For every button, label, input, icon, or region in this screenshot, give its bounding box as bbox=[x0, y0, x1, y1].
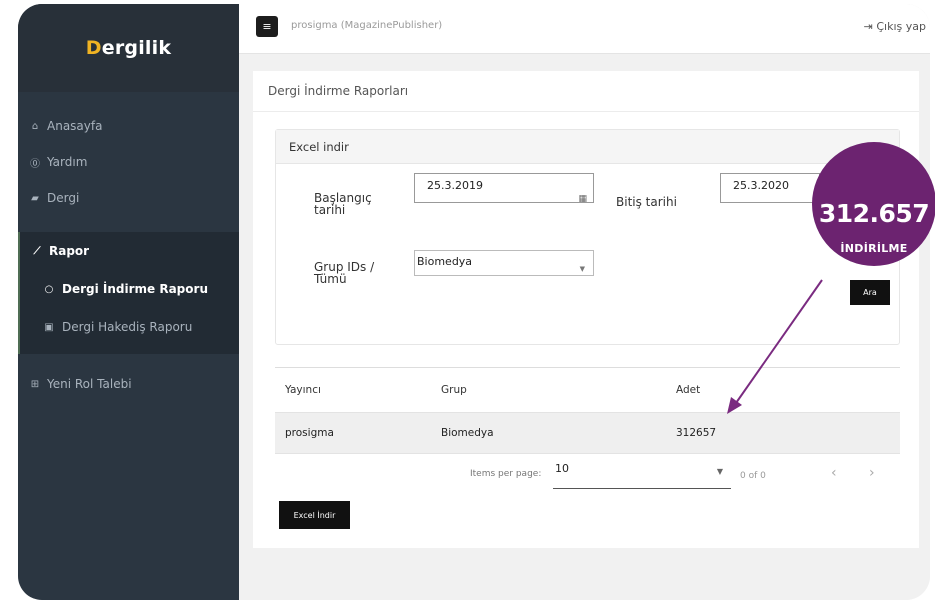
home-icon: ⌂ bbox=[31, 120, 39, 132]
next-page-button[interactable]: › bbox=[869, 465, 875, 481]
previous-page-button[interactable]: ‹ bbox=[831, 465, 837, 481]
logout-link[interactable]: ⇥ Çıkış yap bbox=[864, 20, 926, 33]
content-card: Dergi İndirme Raporları Excel indir Başl… bbox=[253, 71, 919, 548]
filter-card-header: Excel indir bbox=[276, 130, 899, 164]
menu-toggle-button[interactable]: ≡ bbox=[256, 16, 278, 37]
sidebar: Dergilik ⌂ Anasayfa ⓪ Yardım ▰ Dergi ⟋ R… bbox=[18, 4, 239, 600]
sidebar-item-rapor[interactable]: ⟋ Rapor bbox=[20, 232, 239, 270]
start-date-input[interactable]: 25.3.2019 ▦ bbox=[414, 173, 594, 204]
sidebar-item-yeni-rol-talebi[interactable]: ⊞ Yeni Rol Talebi bbox=[18, 366, 239, 402]
sidebar-subitem-dergi-indirme-raporu[interactable]: ○ Dergi İndirme Raporu bbox=[20, 270, 239, 308]
cell-yayinci: prosigma bbox=[285, 427, 334, 439]
chevron-down-icon: ▼ bbox=[579, 265, 585, 273]
items-per-page-label: Items per page: bbox=[470, 469, 542, 479]
sidebar-group-rapor: ⟋ Rapor ○ Dergi İndirme Raporu ▣ Dergi H… bbox=[18, 232, 239, 354]
callout-number: 312.657 bbox=[818, 199, 930, 228]
sidebar-subitem-dergi-hakedis-raporu[interactable]: ▣ Dergi Hakediş Raporu bbox=[20, 308, 239, 346]
book-icon: ▰ bbox=[31, 192, 39, 204]
search-button[interactable]: Ara bbox=[850, 280, 890, 305]
sidebar-item-label: Dergi Hakediş Raporu bbox=[62, 320, 193, 334]
items-per-page-select[interactable]: 10 ▼ bbox=[553, 461, 731, 489]
circle-icon: ○ bbox=[44, 283, 54, 295]
sidebar-item-label: Yardım bbox=[47, 155, 88, 169]
top-bar: ≡ prosigma (MagazinePublisher) ⇥ Çıkış y… bbox=[239, 4, 930, 54]
group-select[interactable]: Biomedya ▼ bbox=[414, 250, 594, 276]
sidebar-item-yardim[interactable]: ⓪ Yardım bbox=[18, 144, 239, 180]
paginator: Items per page: 10 ▼ 0 of 0 ‹ › bbox=[275, 454, 900, 494]
chart-line-icon: ⟋ bbox=[33, 245, 41, 257]
end-date-value: 25.3.2020 bbox=[733, 179, 789, 192]
help-icon: ⓪ bbox=[30, 158, 40, 170]
sidebar-header: Dergilik bbox=[18, 4, 239, 92]
table-header: Yayıncı Grup Adet bbox=[275, 367, 900, 412]
sidebar-nav: ⌂ Anasayfa ⓪ Yardım ▰ Dergi ⟋ Rapor ○ De… bbox=[18, 108, 239, 402]
end-date-label: Bitiş tarihi bbox=[616, 195, 677, 209]
plus-square-icon: ⊞ bbox=[30, 378, 40, 390]
start-date-label: Başlangıç tarihi bbox=[314, 191, 372, 217]
money-icon: ▣ bbox=[44, 321, 54, 333]
table-row[interactable]: prosigma Biomedya 312657 bbox=[275, 412, 900, 454]
cell-grup: Biomedya bbox=[441, 427, 494, 439]
sidebar-item-label: Yeni Rol Talebi bbox=[47, 377, 132, 391]
end-date-input[interactable]: 25.3.2020 bbox=[720, 173, 820, 203]
sidebar-item-label: Anasayfa bbox=[47, 119, 103, 133]
user-label: prosigma (MagazinePublisher) bbox=[291, 20, 443, 31]
group-select-value: Biomedya bbox=[417, 255, 473, 268]
column-header-grup[interactable]: Grup bbox=[441, 384, 467, 396]
sidebar-item-label: Rapor bbox=[49, 244, 90, 258]
page-title: Dergi İndirme Raporları bbox=[253, 71, 919, 112]
app-frame: Dergilik ⌂ Anasayfa ⓪ Yardım ▰ Dergi ⟋ R… bbox=[18, 4, 930, 600]
start-date-value: 25.3.2019 bbox=[427, 179, 483, 192]
filter-card: Excel indir Başlangıç tarihi 25.3.2019 ▦… bbox=[275, 129, 900, 345]
sidebar-item-label: Dergi İndirme Raporu bbox=[62, 282, 208, 296]
group-label: Grup IDs / Tümü bbox=[314, 260, 375, 286]
cell-adet: 312657 bbox=[676, 427, 717, 439]
logo[interactable]: Dergilik bbox=[86, 37, 171, 59]
sidebar-item-label: Dergi bbox=[47, 191, 80, 205]
report-table: Yayıncı Grup Adet prosigma Biomedya 3126… bbox=[275, 367, 900, 454]
column-header-adet[interactable]: Adet bbox=[676, 384, 700, 396]
chevron-down-icon: ▼ bbox=[716, 467, 723, 476]
sidebar-item-dergi[interactable]: ▰ Dergi bbox=[18, 180, 239, 216]
sidebar-item-anasayfa[interactable]: ⌂ Anasayfa bbox=[18, 108, 239, 144]
callout-caption: İNDİRİLME bbox=[840, 242, 908, 255]
page-range: 0 of 0 bbox=[740, 471, 766, 481]
hamburger-icon: ≡ bbox=[262, 20, 272, 33]
callout-badge: 312.657 İNDİRİLME bbox=[812, 142, 935, 266]
calendar-icon[interactable]: ▦ bbox=[578, 187, 587, 211]
logout-label: Çıkış yap bbox=[876, 20, 926, 33]
items-per-page-value: 10 bbox=[555, 462, 569, 475]
column-header-yayinci[interactable]: Yayıncı bbox=[285, 384, 321, 396]
logout-icon: ⇥ bbox=[863, 20, 873, 33]
main-area: ≡ prosigma (MagazinePublisher) ⇥ Çıkış y… bbox=[239, 4, 930, 600]
excel-download-button[interactable]: Excel İndir bbox=[279, 501, 350, 529]
